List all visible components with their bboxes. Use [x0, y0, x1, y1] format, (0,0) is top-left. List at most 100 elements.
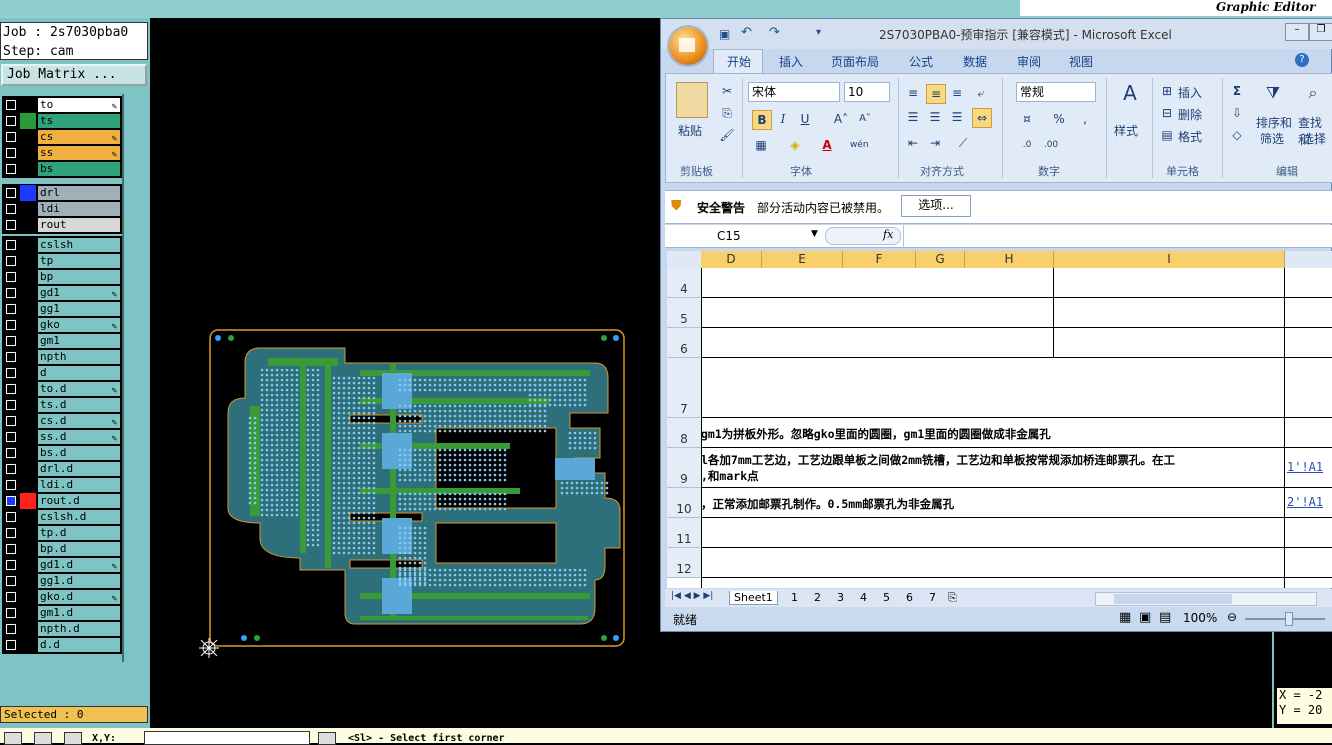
layer-checkbox[interactable]: [6, 560, 16, 570]
cell-text[interactable]: l各加7mm工艺边，工艺边跟单板之间做2mm铣槽，工艺边和单板按常规添加桥连邮票…: [701, 452, 1175, 468]
formula-input[interactable]: [903, 225, 1332, 247]
layer-row[interactable]: cs.d ✎: [2, 413, 122, 429]
layer-name[interactable]: drl.d: [38, 462, 120, 476]
comma-icon[interactable]: ,: [1076, 110, 1094, 128]
layer-row[interactable]: cslsh.d: [2, 509, 122, 525]
layer-row[interactable]: rout: [2, 217, 122, 233]
layer-color-swatch[interactable]: [20, 161, 36, 177]
column-header-e[interactable]: E: [762, 251, 843, 268]
font-size-select[interactable]: 10: [844, 82, 890, 102]
cell-text[interactable]: ，正常添加邮票孔制作。0.5mm邮票孔为非金属孔: [701, 496, 954, 512]
layer-row[interactable]: gg1: [2, 301, 122, 317]
tab-formulas[interactable]: 公式: [909, 53, 933, 70]
styles-icon[interactable]: A: [1116, 83, 1144, 110]
layer-color-swatch[interactable]: [20, 269, 36, 285]
tab-view[interactable]: 视图: [1069, 53, 1093, 70]
restore-button[interactable]: ❐: [1309, 23, 1332, 41]
layer-name[interactable]: ldi: [38, 202, 120, 216]
layer-checkbox[interactable]: [6, 256, 16, 266]
zoom-out-icon[interactable]: ⊖: [1227, 610, 1237, 624]
layer-name[interactable]: gm1: [38, 334, 120, 348]
layer-row[interactable]: npth: [2, 349, 122, 365]
find-select-icon[interactable]: ⌕: [1300, 84, 1326, 108]
layer-name[interactable]: npth.d: [38, 622, 120, 636]
layer-color-swatch[interactable]: [20, 301, 36, 317]
layer-row[interactable]: cslsh: [2, 237, 122, 253]
layer-checkbox[interactable]: [6, 240, 16, 250]
layer-row[interactable]: ldi.d: [2, 477, 122, 493]
align-center-icon[interactable]: ☰: [926, 108, 944, 126]
column-header-f[interactable]: F: [843, 251, 916, 268]
orientation-icon[interactable]: ⟋: [954, 134, 972, 152]
layer-name[interactable]: ts.d: [38, 398, 120, 412]
layer-row[interactable]: bs.d: [2, 445, 122, 461]
layer-checkbox[interactable]: [6, 100, 16, 110]
job-matrix-button[interactable]: Job Matrix ...: [1, 64, 147, 86]
row-header[interactable]: 6: [667, 328, 701, 358]
layer-row[interactable]: gd1 ✎: [2, 285, 122, 301]
layer-checkbox[interactable]: [6, 512, 16, 522]
bold-icon[interactable]: B: [752, 110, 772, 130]
layer-name[interactable]: bp: [38, 270, 120, 284]
row-header[interactable]: 4: [667, 268, 701, 298]
sheet-tab[interactable]: 6: [902, 591, 917, 604]
layer-name[interactable]: gd1.d ✎: [38, 558, 120, 572]
sheet-tab[interactable]: Sheet1: [729, 591, 778, 605]
layer-name[interactable]: gd1 ✎: [38, 286, 120, 300]
fill-color-icon[interactable]: ◈: [786, 136, 804, 154]
layer-color-swatch[interactable]: [20, 317, 36, 333]
sheet-nav-icons[interactable]: |◀ ◀ ▶ ▶|: [671, 591, 713, 601]
layer-color-swatch[interactable]: [20, 129, 36, 145]
layer-color-swatch[interactable]: [20, 253, 36, 269]
layer-checkbox[interactable]: [6, 576, 16, 586]
layer-color-swatch[interactable]: [20, 333, 36, 349]
layer-name[interactable]: tp: [38, 254, 120, 268]
layer-color-swatch[interactable]: [20, 605, 36, 621]
layer-checkbox[interactable]: [6, 288, 16, 298]
tool-button[interactable]: [4, 732, 22, 745]
layer-checkbox[interactable]: [6, 368, 16, 378]
layer-color-swatch[interactable]: [20, 477, 36, 493]
select-all-corner[interactable]: [667, 251, 702, 268]
layer-color-swatch[interactable]: [20, 285, 36, 301]
decrease-decimal-icon[interactable]: .00: [1042, 136, 1060, 154]
page-break-view-icon[interactable]: ▤: [1159, 610, 1171, 625]
layer-row[interactable]: gg1.d: [2, 573, 122, 589]
sheet-tab[interactable]: 1: [787, 591, 802, 604]
insert-function-icon[interactable]: fx: [883, 228, 893, 241]
layer-name[interactable]: cs.d ✎: [38, 414, 120, 428]
column-header-g[interactable]: G: [916, 251, 965, 268]
name-box[interactable]: C15: [665, 225, 819, 247]
layer-name[interactable]: to ✎: [38, 98, 120, 112]
page-layout-view-icon[interactable]: ▣: [1139, 610, 1151, 625]
underline-icon[interactable]: U: [796, 110, 814, 128]
zoom-level[interactable]: 100%: [1183, 611, 1217, 625]
tool-button[interactable]: [318, 732, 336, 745]
layer-row[interactable]: ts.d: [2, 397, 122, 413]
row-header[interactable]: 11: [667, 518, 701, 548]
layer-row[interactable]: bp.d: [2, 541, 122, 557]
layer-checkbox[interactable]: [6, 220, 16, 230]
layer-checkbox[interactable]: [6, 464, 16, 474]
font-name-select[interactable]: 宋体: [748, 82, 840, 102]
layer-color-swatch[interactable]: [20, 413, 36, 429]
layer-color-swatch[interactable]: [20, 541, 36, 557]
sort-filter-label[interactable]: 排序和: [1256, 114, 1292, 131]
layer-checkbox[interactable]: [6, 624, 16, 634]
hyperlink-cell[interactable]: 1'!A1: [1287, 460, 1323, 474]
row-header[interactable]: 5: [667, 298, 701, 328]
layer-name[interactable]: gko.d ✎: [38, 590, 120, 604]
layer-checkbox[interactable]: [6, 304, 16, 314]
layer-checkbox[interactable]: [6, 608, 16, 618]
layer-row[interactable]: ts: [2, 113, 122, 129]
column-header-i[interactable]: I: [1054, 251, 1285, 268]
decrease-indent-icon[interactable]: ⇤: [904, 134, 922, 152]
layer-name[interactable]: bs.d: [38, 446, 120, 460]
autosum-icon[interactable]: Σ: [1228, 82, 1246, 100]
layer-name[interactable]: ldi.d: [38, 478, 120, 492]
layer-row[interactable]: bp: [2, 269, 122, 285]
layer-checkbox[interactable]: [6, 164, 16, 174]
align-top-icon[interactable]: ≡: [904, 84, 922, 102]
copy-icon[interactable]: ⎘: [718, 104, 736, 122]
tool-button[interactable]: [34, 732, 52, 745]
